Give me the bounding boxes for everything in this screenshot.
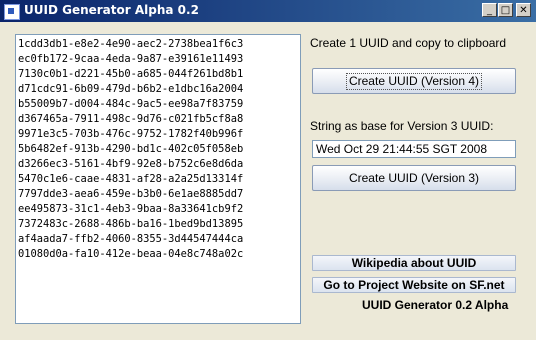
uuid-line: ec0fb172-9caa-4eda-9a87-e39161e11493 [18, 53, 244, 65]
title-bar[interactable]: UUID Generator Alpha 0.2 _ □ ✕ [0, 0, 536, 22]
uuid-line: 7130c0b1-d221-45b0-a685-044f261bd8b1 [18, 68, 244, 80]
wikipedia-link-button[interactable]: Wikipedia about UUID [312, 255, 516, 271]
project-website-link-button[interactable]: Go to Project Website on SF.net [312, 277, 516, 293]
window-title: UUID Generator Alpha 0.2 [24, 3, 199, 17]
uuid-line: 5470c1e6-caae-4831-af28-a2a25d13314f [18, 173, 244, 185]
uuid-line: d71cdc91-6b09-479d-b6b2-e1dbc16a2004 [18, 83, 244, 95]
create-uuid-v3-button[interactable]: Create UUID (Version 3) [312, 165, 516, 191]
create-uuid-label: Create 1 UUID and copy to clipboard [310, 36, 507, 50]
uuid-line: 9971e3c5-703b-476c-9752-1782f40b996f [18, 128, 244, 140]
v3-base-label: String as base for Version 3 UUID: [310, 119, 494, 133]
uuid-line: 1cdd3db1-e8e2-4e90-aec2-2738bea1f6c3 [18, 38, 244, 50]
create-uuid-v4-button[interactable]: Create UUID (Version 4) [312, 68, 516, 94]
uuid-line: 7372483c-2688-486b-ba16-1bed9bd13895 [18, 218, 244, 230]
content-pane: 1cdd3db1-e8e2-4e90-aec2-2738bea1f6c3 ec0… [4, 24, 532, 336]
app-window: UUID Generator Alpha 0.2 _ □ ✕ 1cdd3db1-… [0, 0, 536, 340]
uuid-line: ee495873-31c1-4eb3-9baa-8a33641cb9f2 [18, 203, 244, 215]
uuid-text-area[interactable]: 1cdd3db1-e8e2-4e90-aec2-2738bea1f6c3 ec0… [15, 34, 301, 324]
close-button[interactable]: ✕ [516, 3, 531, 17]
uuid-line: 5b6482ef-913b-4290-bd1c-402c05f058eb [18, 143, 244, 155]
uuid-line: 01080d0a-fa10-412e-beaa-04e8c748a02c [18, 248, 244, 260]
minimize-button[interactable]: _ [482, 3, 497, 17]
uuid-line: d3266ec3-5161-4bf9-92e8-b752c6e8d6da [18, 158, 244, 170]
uuid-line: b55009b7-d004-484c-9ac5-ee98a7f83759 [18, 98, 244, 110]
create-uuid-v4-label: Create UUID (Version 4) [345, 73, 483, 90]
uuid-line: 7797dde3-aea6-459e-b3b0-6e1ae8885dd7 [18, 188, 244, 200]
uuid-line: d367465a-7911-498c-9d76-c021fb5cf8a8 [18, 113, 244, 125]
version-label: UUID Generator 0.2 Alpha [362, 298, 509, 312]
v3-base-input[interactable]: Wed Oct 29 21:44:55 SGT 2008 [312, 140, 516, 158]
uuid-line: af4aada7-ffb2-4060-8355-3d44547444ca [18, 233, 244, 245]
app-icon [4, 4, 20, 20]
maximize-button[interactable]: □ [498, 3, 513, 17]
